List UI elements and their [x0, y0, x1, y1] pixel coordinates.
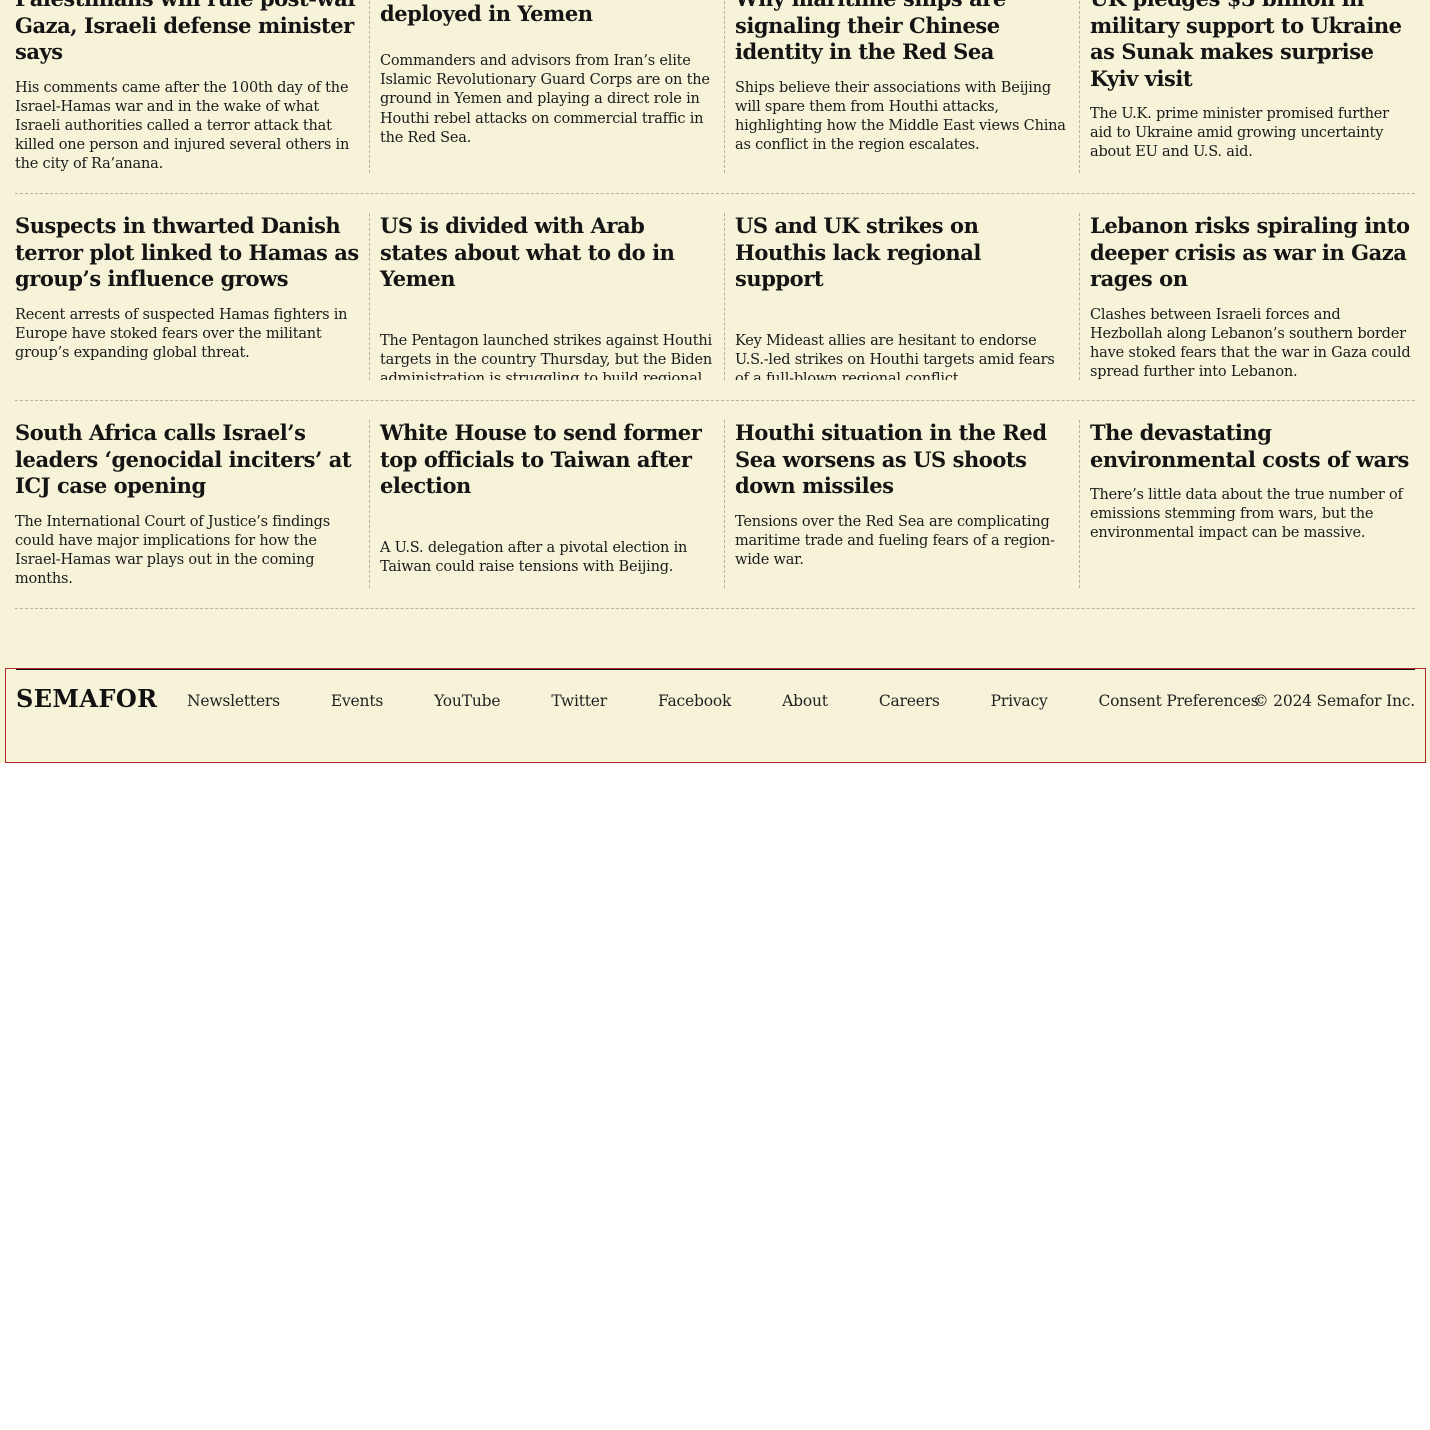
- article-card[interactable]: Houthi situation in the Red Sea worsens …: [725, 420, 1080, 588]
- article-card[interactable]: US and UK strikes on Houthis lack region…: [725, 213, 1080, 380]
- article-summary: Ships believe their associations with Be…: [735, 79, 1066, 154]
- article-card[interactable]: The devastating environmental costs of w…: [1080, 420, 1415, 588]
- article-headline[interactable]: The devastating environmental costs of w…: [1090, 420, 1415, 473]
- article-headline[interactable]: Houthi situation in the Red Sea worsens …: [735, 420, 1069, 500]
- article-summary: Clashes between Israeli forces and Hezbo…: [1090, 306, 1411, 381]
- article-headline[interactable]: South Africa calls Israel’s leaders ‘gen…: [15, 420, 359, 500]
- page: Palestinians will rule post-war Gaza, Is…: [0, 0, 1430, 763]
- article-card[interactable]: Lebanon risks spiraling into deeper cris…: [1080, 213, 1415, 380]
- article-card[interactable]: Iran’s Revolutionary Guard deployed in Y…: [370, 0, 725, 173]
- article-card[interactable]: Suspects in thwarted Danish terror plot …: [15, 213, 370, 380]
- footer-link-about[interactable]: About: [782, 692, 828, 710]
- article-row: Suspects in thwarted Danish terror plot …: [15, 213, 1415, 380]
- row-divider: [15, 608, 1415, 609]
- copyright: © 2024 Semafor Inc.: [1253, 692, 1415, 710]
- article-summary: His comments came after the 100th day of…: [15, 79, 350, 173]
- footer-link-privacy[interactable]: Privacy: [991, 692, 1048, 710]
- article-summary: Tensions over the Red Sea are complicati…: [735, 513, 1055, 568]
- article-headline[interactable]: UK pledges $3 billion in military suppor…: [1090, 0, 1415, 92]
- article-headline[interactable]: US and UK strikes on Houthis lack region…: [735, 213, 1069, 293]
- article-card[interactable]: UK pledges $3 billion in military suppor…: [1080, 0, 1415, 173]
- article-headline[interactable]: Lebanon risks spiraling into deeper cris…: [1090, 213, 1415, 293]
- article-card[interactable]: South Africa calls Israel’s leaders ‘gen…: [15, 420, 370, 588]
- article-summary: The Pentagon launched strikes against Ho…: [380, 332, 713, 381]
- article-summary: Recent arrests of suspected Hamas fighte…: [15, 306, 348, 361]
- footer-link-consent-preferences[interactable]: Consent Preferences: [1099, 692, 1259, 710]
- article-summary: The International Court of Justice’s fin…: [15, 513, 330, 588]
- footer-link-careers[interactable]: Careers: [879, 692, 940, 710]
- article-headline[interactable]: Suspects in thwarted Danish terror plot …: [15, 213, 359, 293]
- article-headline[interactable]: Palestinians will rule post-war Gaza, Is…: [15, 0, 359, 66]
- article-summary: A U.S. delegation after a pivotal electi…: [380, 539, 688, 575]
- article-summary: There’s little data about the true numbe…: [1090, 487, 1403, 542]
- row-divider: [15, 193, 1415, 194]
- article-row: Palestinians will rule post-war Gaza, Is…: [15, 0, 1415, 173]
- semafor-logo[interactable]: SEMAFOR: [16, 684, 158, 713]
- footer-link-newsletters[interactable]: Newsletters: [187, 692, 280, 710]
- article-headline[interactable]: White House to send former top officials…: [380, 420, 714, 500]
- article-card[interactable]: White House to send former top officials…: [370, 420, 725, 588]
- article-headline[interactable]: Iran’s Revolutionary Guard deployed in Y…: [380, 0, 714, 27]
- footer-nav: Newsletters Events YouTube Twitter Faceb…: [187, 692, 1309, 710]
- article-headline[interactable]: US is divided with Arab states about wha…: [380, 213, 714, 293]
- footer-link-facebook[interactable]: Facebook: [658, 692, 731, 710]
- footer-link-twitter[interactable]: Twitter: [551, 692, 607, 710]
- article-card[interactable]: Why maritime ships are signaling their C…: [725, 0, 1080, 173]
- footer-link-youtube[interactable]: YouTube: [434, 692, 500, 710]
- article-card[interactable]: Palestinians will rule post-war Gaza, Is…: [15, 0, 370, 173]
- article-summary: Key Mideast allies are hesitant to endor…: [735, 332, 1055, 381]
- site-footer: SEMAFOR Newsletters Events YouTube Twitt…: [5, 668, 1426, 763]
- row-divider: [15, 400, 1415, 401]
- article-headline[interactable]: Why maritime ships are signaling their C…: [735, 0, 1069, 66]
- article-row: South Africa calls Israel’s leaders ‘gen…: [15, 420, 1415, 588]
- article-card[interactable]: US is divided with Arab states about wha…: [370, 213, 725, 380]
- footer-divider: [16, 669, 1415, 670]
- footer-link-events[interactable]: Events: [331, 692, 383, 710]
- article-summary: The U.K. prime minister promised further…: [1090, 106, 1389, 161]
- article-summary: Commanders and advisors from Iran’s elit…: [380, 53, 710, 146]
